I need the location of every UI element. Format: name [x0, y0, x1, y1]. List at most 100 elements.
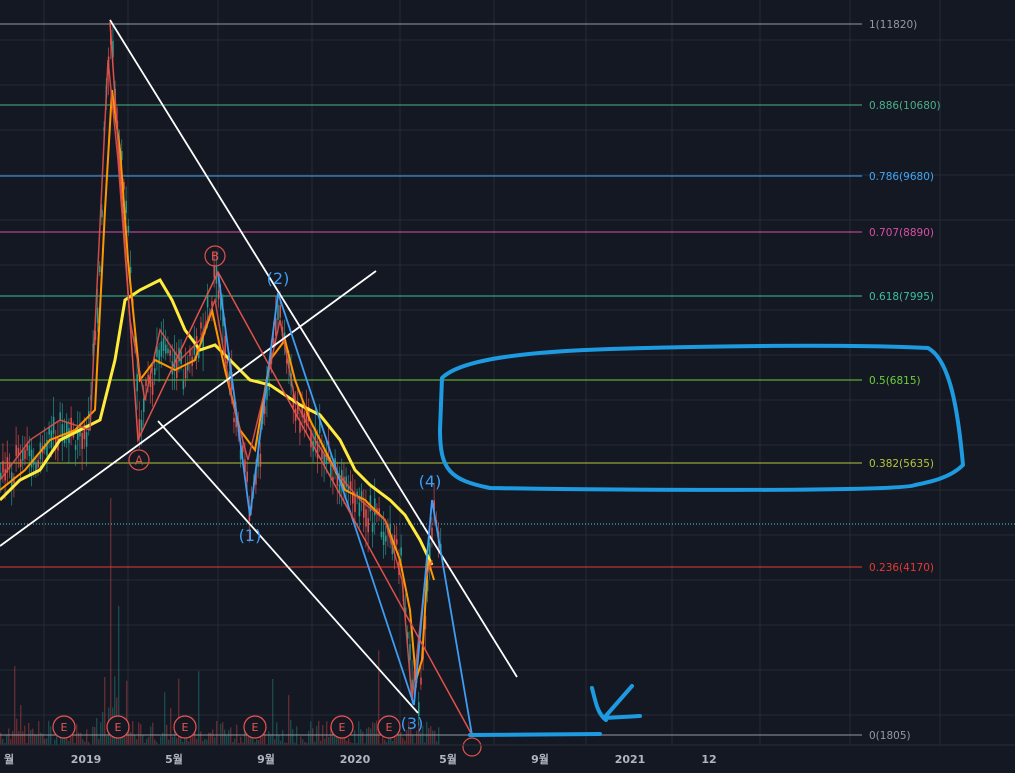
candle-body — [217, 290, 220, 300]
volume-bar — [204, 738, 206, 745]
candle-body — [81, 433, 83, 449]
candlesticks — [0, 19, 442, 726]
volume-bar — [326, 721, 328, 745]
volume-bar — [28, 722, 30, 745]
candle-body — [380, 531, 383, 538]
candle-body — [371, 522, 374, 532]
candle-body — [162, 338, 165, 352]
volume-bar — [278, 734, 280, 745]
volume-bar — [148, 736, 150, 745]
volume-bar — [110, 497, 112, 745]
volume-bar — [302, 739, 304, 745]
volume-bar — [152, 722, 154, 745]
trend-drawings[interactable] — [0, 19, 965, 737]
volume-bar — [348, 738, 350, 745]
volume-bar — [160, 736, 162, 745]
volume-bar — [428, 728, 430, 745]
volume-bar — [362, 731, 364, 745]
volume-bar — [262, 735, 264, 745]
volume-bar — [92, 726, 94, 745]
volume-bar — [82, 739, 84, 745]
volume-bar — [84, 741, 86, 745]
x-tick-label: 5월 — [165, 752, 183, 766]
candle-body — [136, 374, 138, 392]
candle-body — [85, 432, 88, 447]
volume-bar — [256, 739, 258, 745]
fib-level-label: 0(1805) — [869, 730, 911, 742]
candle-body — [127, 225, 130, 233]
volume-bar — [368, 727, 370, 745]
earnings-badge-label: E — [386, 721, 393, 734]
volume-bar — [412, 734, 414, 745]
volume-bar — [146, 738, 148, 745]
volume-bar — [374, 723, 376, 745]
candle-body — [160, 341, 163, 357]
fib-level-label: 0.5(6815) — [869, 375, 921, 387]
volume-bar — [312, 728, 314, 745]
earnings-badge-label: E — [252, 721, 259, 734]
volume-bar — [164, 692, 166, 745]
volume-bar — [168, 739, 170, 745]
x-tick-label: 9월 — [257, 752, 275, 766]
volume-bar — [132, 721, 134, 745]
candle-body — [30, 449, 33, 468]
volume-bar — [8, 728, 10, 745]
volume-bar — [354, 730, 356, 745]
volume-bar — [270, 734, 272, 745]
candle-body — [400, 547, 402, 556]
price-chart[interactable]: 1(11820) 0.886(10680) 0.786(9680) 0.707(889… — [0, 0, 1015, 773]
wave-label: (1) — [239, 526, 262, 545]
candle-body — [224, 336, 226, 354]
volume-bar — [296, 726, 298, 745]
volume-bar — [130, 731, 132, 745]
volume-bar — [224, 729, 226, 745]
candle-body — [382, 531, 385, 545]
candle-body — [259, 453, 262, 467]
volume-bar — [366, 728, 368, 745]
volume-bar — [234, 738, 236, 745]
fib-level-label: 0.886(10680) — [869, 100, 941, 112]
volume-bar — [328, 737, 330, 745]
candle-body — [143, 398, 145, 413]
candle-body — [367, 518, 369, 533]
volume-bar — [310, 721, 312, 745]
volume-bar — [436, 741, 438, 745]
volume-bar — [308, 730, 310, 745]
volume-bar — [430, 726, 432, 745]
candle-body — [2, 460, 4, 473]
volume-bar — [94, 727, 96, 745]
candle-body — [74, 445, 77, 450]
volume-bar — [22, 731, 24, 745]
volume-bar — [86, 729, 88, 745]
candle-body — [59, 412, 61, 420]
volume-bar — [316, 726, 318, 745]
wave-label: (2) — [267, 269, 290, 288]
candle-body — [125, 200, 127, 214]
volume-bar — [18, 731, 20, 745]
volume-bar — [2, 738, 4, 745]
candle-body — [99, 265, 101, 273]
candle-body — [167, 348, 169, 353]
volume-bar — [54, 739, 56, 745]
wave-label: (4) — [419, 472, 442, 491]
volume-bar — [188, 741, 190, 745]
volume-bar — [100, 722, 102, 745]
volume-bar — [274, 739, 276, 745]
bottom-target-underline — [468, 732, 602, 737]
volume-bar — [276, 722, 278, 745]
fib-level-label: 0.382(5635) — [869, 458, 934, 470]
candle-body — [409, 644, 411, 661]
volume-bar — [106, 735, 108, 745]
candle-body — [385, 535, 387, 542]
volume-bar — [50, 726, 52, 745]
volume-bar — [14, 666, 16, 745]
volume-bar — [32, 728, 34, 745]
volume-bar — [318, 720, 320, 745]
candle-body — [24, 449, 26, 459]
volume-bar — [206, 739, 208, 745]
x-tick-label: 5월 — [439, 752, 457, 766]
x-axis: 월 2019 5월 9월 2020 5월 9월 2021 12 — [0, 744, 1015, 766]
ma-fast-line — [0, 89, 435, 681]
fib-level-label: 0.707(8890) — [869, 227, 934, 239]
volume-bar — [282, 730, 284, 745]
